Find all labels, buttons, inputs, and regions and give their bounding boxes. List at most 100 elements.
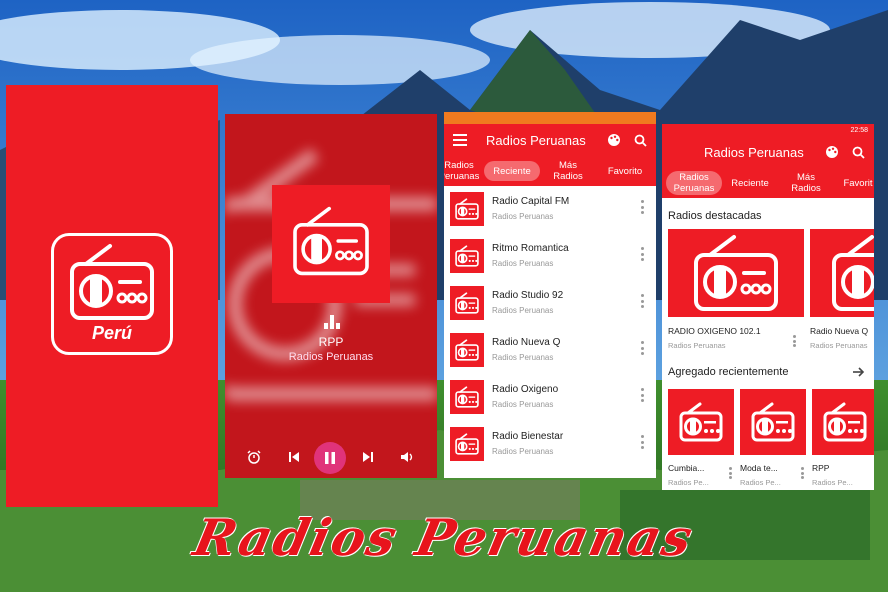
station-title: Radio Capital FM xyxy=(492,196,570,207)
menu-icon[interactable] xyxy=(452,132,468,148)
station-subtitle: Radios Peruanas xyxy=(492,212,554,221)
status-bar: 22:58 xyxy=(662,124,874,136)
featured-card[interactable] xyxy=(668,229,804,317)
tab-mas-radios[interactable]: Más Radios xyxy=(548,156,588,186)
app-title: Radios Peruanas xyxy=(704,144,804,160)
palette-icon[interactable] xyxy=(824,144,840,160)
featured-subtitle: Radios Peruanas xyxy=(668,341,726,350)
splash-screen: Perú xyxy=(6,85,218,507)
status-time: 22:58 xyxy=(850,126,868,134)
recent-list-screen: Radios Peruanas Radios Peruanas Reciente… xyxy=(444,112,656,478)
station-thumbnail xyxy=(450,380,484,414)
station-subtitle: Radios Peruanas xyxy=(492,259,554,268)
radio-icon xyxy=(823,402,867,442)
home-screen: 22:58 Radios Peruanas Radios Peruanas Re… xyxy=(662,124,874,490)
more-options-icon[interactable] xyxy=(640,435,644,449)
station-thumbnail xyxy=(450,192,484,226)
station-thumbnail xyxy=(450,427,484,461)
album-artwork xyxy=(272,185,390,303)
recent-subtitle: Radios Pe... xyxy=(740,478,781,487)
radio-icon xyxy=(832,235,874,311)
station-title: Radio Bienestar xyxy=(492,431,564,442)
recent-title: Moda te... xyxy=(740,463,778,473)
list-item[interactable]: Radio Capital FM Radios Peruanas xyxy=(444,186,656,233)
featured-title: RADIO OXIGENO 102.1 xyxy=(668,326,761,336)
radio-icon xyxy=(455,433,479,455)
tab-bar: Radios Peruanas Reciente Más Radios Favo… xyxy=(444,156,656,186)
radio-icon xyxy=(70,244,154,320)
station-subtitle: Radios Peruanas xyxy=(492,400,554,409)
pause-icon xyxy=(325,452,335,464)
station-subtitle: Radios Peruanas xyxy=(492,447,554,456)
station-subtitle: Radios Peruanas xyxy=(492,306,554,315)
station-title: Radio Oxigeno xyxy=(492,384,559,395)
promo-caption: Radios Peruanas xyxy=(188,508,700,567)
radio-icon xyxy=(455,245,479,267)
featured-title: Radio Nueva Q xyxy=(810,326,869,336)
radio-icon xyxy=(751,402,795,442)
app-bar: Radios Peruanas xyxy=(444,124,656,156)
more-options-icon[interactable] xyxy=(640,294,644,308)
more-options-icon[interactable] xyxy=(728,467,732,479)
station-title: Ritmo Romantica xyxy=(492,243,569,254)
search-icon[interactable] xyxy=(632,132,648,148)
app-title: Radios Peruanas xyxy=(486,132,586,148)
station-thumbnail xyxy=(450,239,484,273)
search-icon[interactable] xyxy=(850,144,866,160)
list-item[interactable]: Radio Oxigeno Radios Peruanas xyxy=(444,374,656,421)
station-title: Radio Nueva Q xyxy=(492,337,561,348)
player-screen: RPP Radios Peruanas xyxy=(225,114,437,478)
more-options-icon[interactable] xyxy=(792,335,796,347)
arrow-right-icon[interactable] xyxy=(852,365,866,379)
palette-icon[interactable] xyxy=(606,132,622,148)
recent-card[interactable] xyxy=(668,389,734,455)
app-logo: Perú xyxy=(51,233,173,355)
tab-favorito[interactable]: Favorit xyxy=(838,168,874,198)
tab-reciente[interactable]: Reciente xyxy=(728,168,772,198)
station-subtitle: Radios Peruanas xyxy=(492,353,554,362)
equalizer-icon xyxy=(324,315,340,329)
list-item[interactable]: Radio Studio 92 Radios Peruanas xyxy=(444,280,656,327)
volume-icon[interactable] xyxy=(398,448,416,466)
more-options-icon[interactable] xyxy=(640,247,644,261)
radio-icon xyxy=(455,292,479,314)
radio-icon xyxy=(455,339,479,361)
tab-radios-peruanas[interactable]: Radios Peruanas xyxy=(444,156,480,186)
pause-button[interactable] xyxy=(314,442,346,474)
featured-section-title: Radios destacadas xyxy=(668,210,762,222)
tab-favorito[interactable]: Favorito xyxy=(600,156,650,186)
more-options-icon[interactable] xyxy=(640,200,644,214)
radio-icon xyxy=(455,386,479,408)
station-name: RPP xyxy=(318,335,344,349)
recent-card[interactable] xyxy=(812,389,874,455)
recent-card[interactable] xyxy=(740,389,806,455)
featured-card[interactable] xyxy=(810,229,874,317)
more-options-icon[interactable] xyxy=(800,467,804,479)
next-icon[interactable] xyxy=(359,448,377,466)
radio-icon xyxy=(455,198,479,220)
recent-title: Cumbia... xyxy=(668,463,705,473)
recent-subtitle: Radios Pe... xyxy=(668,478,709,487)
previous-icon[interactable] xyxy=(285,448,303,466)
recent-section-title: Agregado recientemente xyxy=(668,366,789,378)
radio-icon xyxy=(293,206,369,276)
recent-subtitle: Radios Pe... xyxy=(812,478,853,487)
list-item[interactable]: Radio Bienestar Radios Peruanas xyxy=(444,421,656,468)
tab-reciente[interactable]: Reciente xyxy=(484,161,540,181)
country-label: Perú xyxy=(91,323,133,343)
radio-icon xyxy=(679,402,723,442)
station-subtitle: Radios Peruanas xyxy=(288,351,374,363)
radio-icon xyxy=(694,235,778,311)
more-options-icon[interactable] xyxy=(640,341,644,355)
station-title: Radio Studio 92 xyxy=(492,290,564,301)
alarm-icon[interactable] xyxy=(245,448,263,466)
tab-mas-radios[interactable]: Más Radios xyxy=(786,168,826,198)
status-bar xyxy=(444,112,656,124)
list-item[interactable]: Radio Nueva Q Radios Peruanas xyxy=(444,327,656,374)
tab-radios-peruanas[interactable]: Radios Peruanas xyxy=(666,171,722,195)
station-thumbnail xyxy=(450,333,484,367)
tab-bar: Radios Peruanas Reciente Más Radios Favo… xyxy=(662,168,874,198)
list-item[interactable]: Ritmo Romantica Radios Peruanas xyxy=(444,233,656,280)
more-options-icon[interactable] xyxy=(640,388,644,402)
app-bar: Radios Peruanas xyxy=(662,136,874,168)
